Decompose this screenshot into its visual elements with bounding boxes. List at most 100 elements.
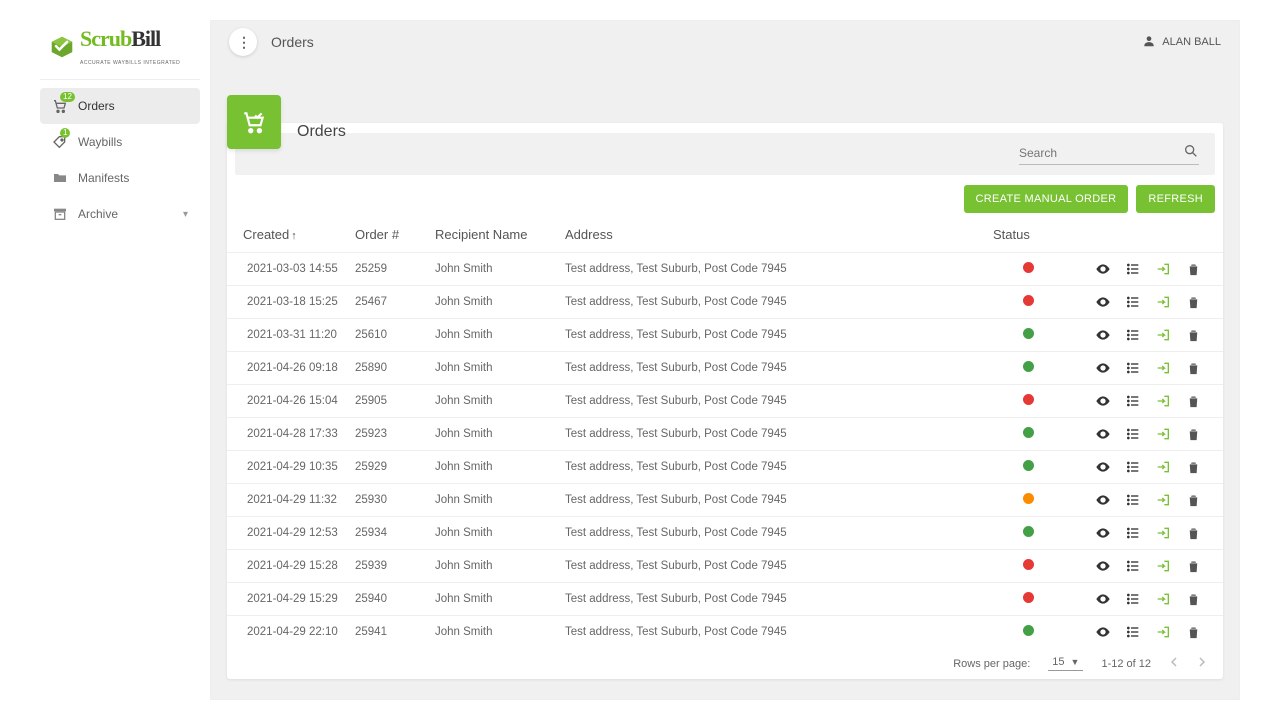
delete-icon[interactable]	[1185, 624, 1201, 640]
cell-created: 2021-04-29 12:53	[227, 517, 347, 550]
cell-actions	[1063, 385, 1223, 418]
status-dot	[1023, 493, 1034, 504]
cell-address: Test address, Test Suburb, Post Code 794…	[557, 616, 993, 649]
chevron-down-icon: ▼	[1071, 657, 1080, 667]
view-icon[interactable]	[1095, 360, 1111, 376]
cell-status	[993, 352, 1063, 385]
table-row: 2021-03-31 11:2025610John SmithTest addr…	[227, 319, 1223, 352]
cell-recipient: John Smith	[427, 550, 557, 583]
ship-icon[interactable]	[1155, 261, 1171, 277]
sidebar-item-manifests[interactable]: Manifests	[40, 160, 200, 196]
view-icon[interactable]	[1095, 624, 1111, 640]
ship-icon[interactable]	[1155, 492, 1171, 508]
ship-icon[interactable]	[1155, 294, 1171, 310]
col-header-status[interactable]: Status	[993, 217, 1063, 253]
delete-icon[interactable]	[1185, 558, 1201, 574]
table-row: 2021-04-29 12:5325934John SmithTest addr…	[227, 517, 1223, 550]
details-icon[interactable]	[1125, 294, 1141, 310]
delete-icon[interactable]	[1185, 393, 1201, 409]
col-header-order[interactable]: Order #	[347, 217, 427, 253]
col-header-recipient[interactable]: Recipient Name	[427, 217, 557, 253]
delete-icon[interactable]	[1185, 492, 1201, 508]
ship-icon[interactable]	[1155, 525, 1171, 541]
details-icon[interactable]	[1125, 459, 1141, 475]
cell-actions	[1063, 253, 1223, 286]
search-icon[interactable]	[1183, 143, 1199, 162]
details-icon[interactable]	[1125, 261, 1141, 277]
next-page-button[interactable]	[1197, 657, 1207, 670]
view-icon[interactable]	[1095, 459, 1111, 475]
view-icon[interactable]	[1095, 525, 1111, 541]
details-icon[interactable]	[1125, 492, 1141, 508]
view-icon[interactable]	[1095, 294, 1111, 310]
cell-status	[993, 550, 1063, 583]
ship-icon[interactable]	[1155, 591, 1171, 607]
details-icon[interactable]	[1125, 327, 1141, 343]
delete-icon[interactable]	[1185, 525, 1201, 541]
view-icon[interactable]	[1095, 426, 1111, 442]
view-icon[interactable]	[1095, 591, 1111, 607]
details-icon[interactable]	[1125, 360, 1141, 376]
sidebar-item-label: Orders	[78, 99, 115, 113]
details-icon[interactable]	[1125, 393, 1141, 409]
delete-icon[interactable]	[1185, 261, 1201, 277]
status-dot	[1023, 361, 1034, 372]
sidebar-nav: 12Orders1WaybillsManifestsArchive▾	[40, 88, 200, 232]
delete-icon[interactable]	[1185, 327, 1201, 343]
sidebar-item-waybills[interactable]: 1Waybills	[40, 124, 200, 160]
rows-per-page-select[interactable]: 15 ▼	[1048, 656, 1083, 671]
cell-actions	[1063, 451, 1223, 484]
view-icon[interactable]	[1095, 492, 1111, 508]
details-icon[interactable]	[1125, 558, 1141, 574]
col-header-address[interactable]: Address	[557, 217, 993, 253]
view-icon[interactable]	[1095, 558, 1111, 574]
cell-recipient: John Smith	[427, 451, 557, 484]
ship-icon[interactable]	[1155, 558, 1171, 574]
page-range: 1-12 of 12	[1101, 658, 1151, 670]
chevron-down-icon: ▾	[183, 209, 188, 220]
ship-icon[interactable]	[1155, 393, 1171, 409]
ship-icon[interactable]	[1155, 327, 1171, 343]
view-icon[interactable]	[1095, 393, 1111, 409]
cell-address: Test address, Test Suburb, Post Code 794…	[557, 484, 993, 517]
brand-tagline: Accurate Waybills Integrated	[80, 60, 180, 66]
table-row: 2021-04-26 09:1825890John SmithTest addr…	[227, 352, 1223, 385]
prev-page-button[interactable]	[1169, 657, 1179, 670]
brand-icon	[48, 35, 76, 59]
create-manual-order-button[interactable]: CREATE MANUAL ORDER	[964, 185, 1129, 213]
ship-icon[interactable]	[1155, 624, 1171, 640]
cell-created: 2021-04-29 15:28	[227, 550, 347, 583]
refresh-button[interactable]: REFRESH	[1136, 185, 1215, 213]
cell-recipient: John Smith	[427, 517, 557, 550]
delete-icon[interactable]	[1185, 591, 1201, 607]
delete-icon[interactable]	[1185, 360, 1201, 376]
cell-address: Test address, Test Suburb, Post Code 794…	[557, 352, 993, 385]
search-input[interactable]	[1019, 146, 1175, 160]
main-panel: ⋮ Orders ALAN BALL Orders	[210, 20, 1240, 700]
cell-created: 2021-04-29 10:35	[227, 451, 347, 484]
status-dot	[1023, 295, 1034, 306]
ship-icon[interactable]	[1155, 459, 1171, 475]
col-header-created[interactable]: Created↑	[227, 217, 347, 253]
details-icon[interactable]	[1125, 624, 1141, 640]
delete-icon[interactable]	[1185, 426, 1201, 442]
ship-icon[interactable]	[1155, 426, 1171, 442]
cell-actions	[1063, 517, 1223, 550]
details-icon[interactable]	[1125, 525, 1141, 541]
cell-created: 2021-03-18 15:25	[227, 286, 347, 319]
sidebar-item-orders[interactable]: 12Orders	[40, 88, 200, 124]
details-icon[interactable]	[1125, 591, 1141, 607]
user-name: ALAN BALL	[1162, 36, 1221, 48]
view-icon[interactable]	[1095, 261, 1111, 277]
details-icon[interactable]	[1125, 426, 1141, 442]
cell-created: 2021-04-28 17:33	[227, 418, 347, 451]
delete-icon[interactable]	[1185, 294, 1201, 310]
delete-icon[interactable]	[1185, 459, 1201, 475]
cell-recipient: John Smith	[427, 418, 557, 451]
cell-recipient: John Smith	[427, 583, 557, 616]
sidebar-item-archive[interactable]: Archive▾	[40, 196, 200, 232]
more-menu-button[interactable]: ⋮	[229, 28, 257, 56]
ship-icon[interactable]	[1155, 360, 1171, 376]
view-icon[interactable]	[1095, 327, 1111, 343]
user-chip[interactable]: ALAN BALL	[1142, 34, 1221, 51]
